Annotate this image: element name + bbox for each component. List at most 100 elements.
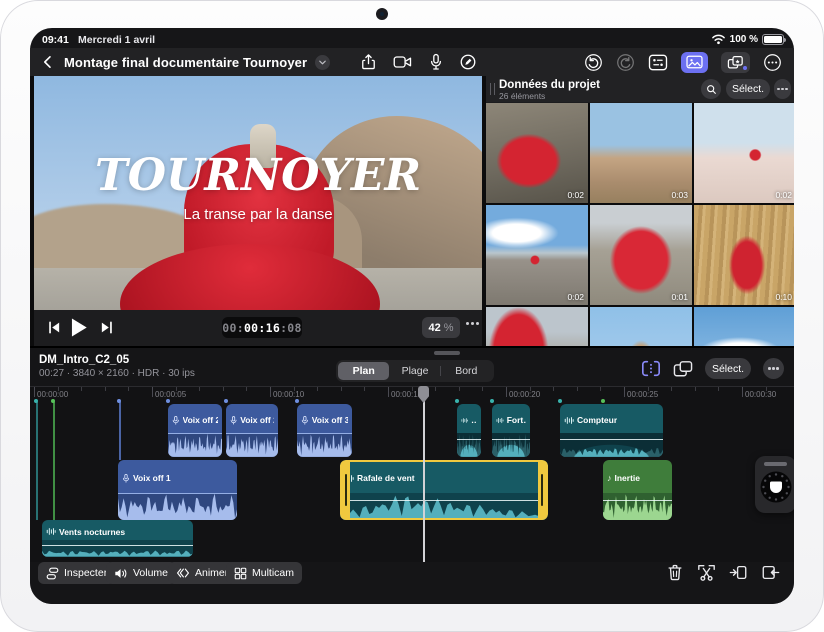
tab-plage[interactable]: Plage [389,362,440,380]
playhead[interactable] [423,386,425,562]
project-title: Montage final documentaire Tournoyer [64,55,307,70]
more-menu-icon[interactable] [763,53,782,72]
edit-toolbar: InspecterVolumeAnimerMulticam [30,562,794,604]
media-thumbnail[interactable]: 0:03 [590,103,692,203]
status-bar: 09:41 Mercredi 1 avril 100 % [30,28,794,48]
media-thumbnail[interactable]: 0:02 [486,103,588,203]
main-area: TOURNOYER La transe par la danse 00:00:1… [30,76,794,346]
clip-label: Voix off 1 [133,473,171,483]
ruler-tick [695,387,696,391]
thumbnail-duration: 0:02 [775,190,792,200]
clip-anchor-dot [166,399,170,403]
timecode-display[interactable]: 00:00:16:08 [222,317,302,338]
previous-frame-icon[interactable] [48,321,61,334]
multicam-button[interactable]: Multicam [226,562,302,584]
overwrite-clip-icon[interactable] [761,563,780,582]
clip-label: … [471,415,477,425]
undo-icon[interactable] [584,53,603,72]
clip-anchor-dot [34,399,38,403]
timeline-clip-inertie[interactable]: ♪Inertie [603,460,672,520]
browser-more-button[interactable] [774,79,791,99]
browser-settings-icon[interactable] [648,54,668,71]
blade-split-icon[interactable] [697,563,716,582]
tab-bord[interactable]: Bord [441,362,492,380]
thumbnail-duration: 0:10 [775,292,792,302]
battery-icon [762,34,784,45]
volume-button[interactable]: Volume [106,562,176,584]
media-thumbnail[interactable] [694,307,794,346]
zoom-level-control[interactable]: 42 % [422,317,460,338]
media-browser-button[interactable] [681,52,708,73]
trim-mode-segmented-control: PlanPlageBord [336,360,494,382]
media-thumbnail[interactable]: 0:02 [486,205,588,305]
clip-waveform [226,433,278,457]
pencil-tool-icon[interactable] [459,53,477,71]
media-thumbnail[interactable] [486,307,588,346]
clip-overlay-icon[interactable] [673,360,693,378]
clip-anchor-dot [601,399,605,403]
ruler-tick [246,387,247,391]
timeline-drag-handle[interactable] [434,351,460,355]
clip-anchor-dot [455,399,459,403]
clip-waveform [492,433,530,457]
search-button[interactable] [701,79,721,99]
tab-plan[interactable]: Plan [338,362,389,380]
timecode-part: :08 [280,321,302,335]
timeline-clip-rafale-de-vent[interactable]: Rafale de vent [340,460,548,520]
transport-bar: 00:00:16:08 42 % [34,310,482,346]
trim-handle-right[interactable] [538,462,546,518]
trim-handle-left[interactable] [342,462,350,518]
button-label: Inspecter [64,567,107,579]
timeline-more-button[interactable] [763,358,784,379]
insert-clip-icon[interactable] [729,563,748,582]
trash-icon[interactable] [666,563,684,582]
mic-icon[interactable] [429,53,443,71]
ruler-tick [152,387,153,397]
jog-wheel-handle[interactable] [764,462,787,466]
timeline-tracks[interactable]: 00:00:0000:00:0500:00:1000:00:1500:00:20… [30,386,794,562]
jog-dial-icon[interactable] [759,470,793,504]
media-thumbnail[interactable]: 0:01 [590,205,692,305]
clips-browser-button[interactable] [721,52,750,73]
redo-icon [616,53,635,72]
timeline-header: DM_Intro_C2_05 00:27 · 3840 × 2160 · HDR… [30,348,794,386]
play-icon[interactable] [70,317,88,338]
ruler-tick [128,387,129,391]
camera-icon[interactable] [393,54,413,70]
inspector-icon [46,567,59,580]
media-thumbnail[interactable]: 0:10 [694,205,794,305]
timeline-select-button[interactable]: Sélect. [705,358,751,379]
timeline-clip-voix-off-2[interactable]: Voix off 2 [226,404,278,457]
viewer-frame[interactable]: TOURNOYER La transe par la danse [34,76,482,310]
clip-connection-stem [119,402,121,460]
volume-icon [114,567,128,580]
photos-icon [686,55,703,69]
magnetic-timeline-icon[interactable] [641,359,661,378]
timeline-clip-fort-[interactable]: Fort… [492,404,530,457]
title-menu-button[interactable] [315,55,330,70]
ruler-tick [742,387,743,397]
inspecter-button[interactable]: Inspecter [38,562,115,584]
timeline-clip-name: DM_Intro_C2_05 [39,354,129,366]
share-export-icon[interactable] [360,53,377,71]
timecode-part: 00:16 [244,321,280,335]
timeline-clip--[interactable]: … [457,404,481,457]
browser-select-button[interactable]: Sélect. [726,79,770,99]
panel-drag-handle[interactable] [490,83,495,95]
ruler-tick [105,387,106,391]
back-icon[interactable] [40,54,56,70]
timeline-clip-voix-off-2[interactable]: Voix off 2 [168,404,222,457]
thumbnail-duration: 0:02 [567,190,584,200]
timeline-ruler[interactable]: 00:00:0000:00:0500:00:1000:00:1500:00:20… [30,386,794,402]
timeline-clip-compteur[interactable]: Compteur [560,404,663,457]
timeline-clip-voix-off-1[interactable]: Voix off 1 [118,460,237,520]
viewer-more-icon[interactable] [466,322,480,325]
next-frame-icon[interactable] [100,321,113,334]
timeline-clip-vents-nocturnes[interactable]: Vents nocturnes [42,520,193,557]
media-thumbnail[interactable] [590,307,692,346]
jog-wheel[interactable] [755,456,794,513]
timeline-clip-voix-off-3[interactable]: Voix off 3 [297,404,352,457]
media-thumbnail[interactable]: 0:02 [694,103,794,203]
clip-anchor-dot [558,399,562,403]
audio-wave-icon [496,416,504,425]
